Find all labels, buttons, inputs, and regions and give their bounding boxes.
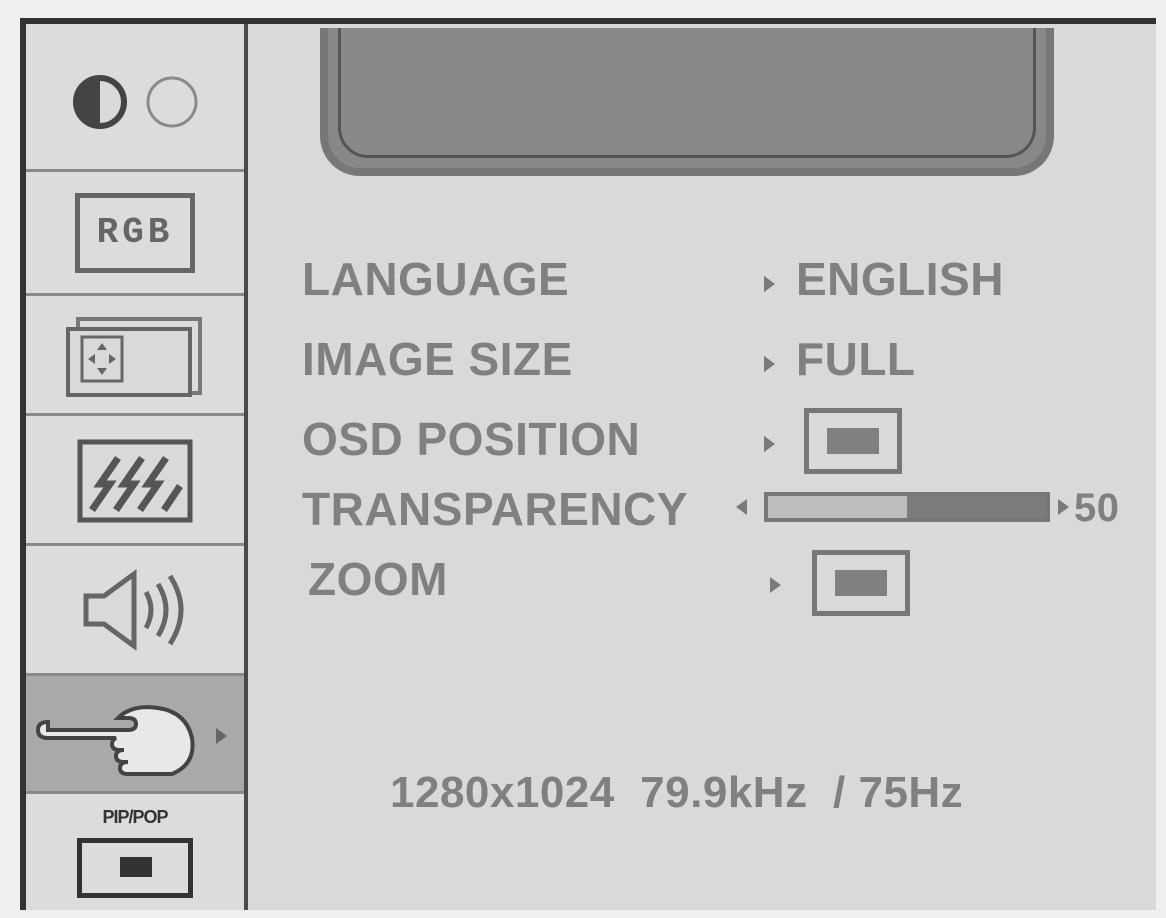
sidebar-item-tracking[interactable] [26, 416, 244, 546]
screen-preview [320, 28, 1054, 176]
pip-label: PIP/POP [102, 806, 168, 827]
image-size-arrow-icon[interactable] [764, 356, 775, 372]
brightness-contrast-icon [73, 74, 198, 129]
speaker-icon [83, 568, 184, 651]
zoom-box-icon[interactable] [812, 550, 910, 616]
transparency-value: 50 [1074, 486, 1120, 530]
rgb-icon: RGB [75, 192, 195, 273]
sidebar-item-audio[interactable] [26, 546, 244, 676]
transparency-slider-fill [768, 496, 907, 518]
osd-position-center-icon[interactable] [804, 408, 902, 474]
osd-sidebar: RGB PIP/POP [26, 24, 248, 910]
osd-window: RGB PIP/POP LANGUAGE ENGLISH IMAGE SIZE … [20, 18, 1156, 910]
position-icon [66, 316, 202, 397]
language-value[interactable]: ENGLISH [796, 252, 1004, 306]
zoom-label: ZOOM [308, 553, 448, 605]
language-arrow-icon[interactable] [764, 276, 775, 292]
osd-main-panel: LANGUAGE ENGLISH IMAGE SIZE FULL OSD POS… [248, 24, 1156, 910]
image-size-label: IMAGE SIZE [302, 333, 573, 385]
sidebar-item-pip[interactable]: PIP/POP [26, 794, 244, 910]
osd-position-label: OSD POSITION [302, 413, 641, 465]
sidebar-item-geometry[interactable] [26, 296, 244, 416]
zoom-arrow-icon[interactable] [770, 577, 781, 593]
pointing-hand-icon [35, 704, 227, 776]
tracking-icon [77, 439, 193, 522]
transparency-slider[interactable] [764, 492, 1050, 522]
transparency-label: TRANSPARENCY [302, 483, 688, 535]
transparency-decrease-icon[interactable] [736, 499, 747, 515]
pip-icon [77, 837, 193, 898]
sidebar-item-color[interactable]: RGB [26, 172, 244, 296]
osd-position-arrow-icon[interactable] [764, 436, 775, 452]
rgb-label: RGB [96, 212, 174, 253]
language-label: LANGUAGE [302, 253, 570, 305]
image-size-value[interactable]: FULL [796, 332, 916, 386]
resolution-frequency-readout: 1280x1024 79.9kHz / 75Hz [390, 768, 964, 817]
sidebar-item-picture[interactable] [26, 24, 244, 172]
transparency-increase-icon[interactable] [1058, 499, 1069, 515]
sidebar-item-setup[interactable] [26, 676, 244, 794]
